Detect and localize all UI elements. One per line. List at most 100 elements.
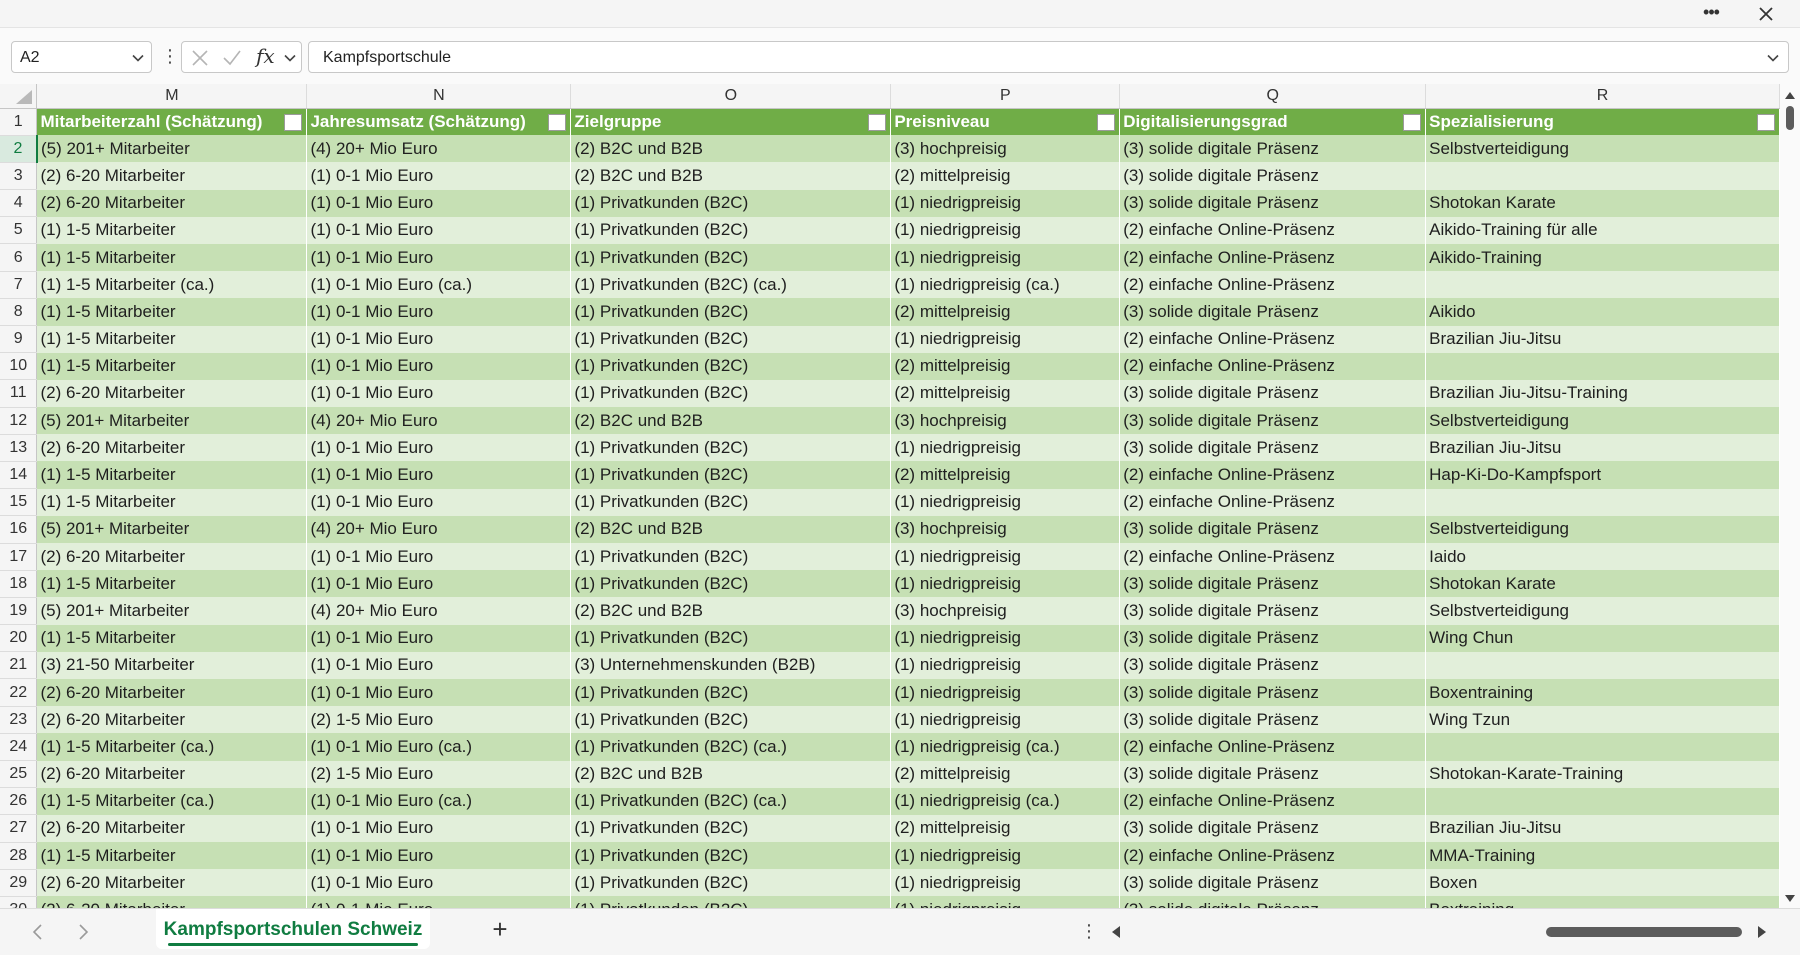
grid-cell[interactable]: (3) hochpreisig bbox=[890, 407, 1121, 435]
grid-cell[interactable]: (5) 201+ Mitarbeiter bbox=[36, 135, 308, 163]
grid-cell[interactable]: (3) 21-50 Mitarbeiter bbox=[36, 651, 308, 679]
grid-cell[interactable]: (1) 0-1 Mio Euro bbox=[306, 678, 572, 707]
scroll-up-icon[interactable] bbox=[1784, 90, 1796, 100]
grid-cell[interactable]: (1) 0-1 Mio Euro bbox=[306, 352, 572, 380]
header-cell-preisniveau[interactable]: Preisniveau bbox=[890, 108, 1121, 136]
header-cell-spezialisierung[interactable]: Spezialisierung bbox=[1425, 108, 1780, 136]
filter-dropdown-icon[interactable] bbox=[548, 113, 567, 131]
filter-dropdown-icon[interactable] bbox=[1097, 113, 1116, 131]
grid-cell[interactable]: Aikido-Training für alle bbox=[1425, 216, 1780, 244]
row-header[interactable]: 19 bbox=[0, 597, 38, 626]
row-header[interactable]: 3 bbox=[0, 162, 38, 191]
row-header[interactable]: 20 bbox=[0, 624, 38, 653]
grid-cell[interactable]: (3) solide digitale Präsenz bbox=[1119, 678, 1427, 707]
grid-cell[interactable]: Hap-Ki-Do-Kampfsport bbox=[1425, 461, 1780, 489]
grid-cell[interactable]: (1) Privatkunden (B2C) bbox=[570, 814, 892, 843]
header-cell-mitarbeiterzahl[interactable]: Mitarbeiterzahl (Schätzung) bbox=[36, 108, 308, 136]
grid-cell[interactable]: (1) 1-5 Mitarbeiter bbox=[36, 624, 308, 652]
row-header[interactable]: 16 bbox=[0, 515, 38, 544]
grid-cell[interactable]: (2) 6-20 Mitarbeiter bbox=[36, 162, 308, 190]
grid-cell[interactable]: Selbstverteidigung bbox=[1425, 407, 1780, 435]
grid-cell[interactable]: (1) niedrigpreisig bbox=[890, 488, 1121, 516]
grid-cell[interactable]: (2) einfache Online-Präsenz bbox=[1119, 271, 1427, 299]
grid-cell[interactable]: (1) Privatkunden (B2C) bbox=[570, 243, 892, 272]
grid-cell[interactable]: (1) niedrigpreisig bbox=[890, 243, 1121, 272]
grid-cell[interactable]: (2) einfache Online-Präsenz bbox=[1119, 543, 1427, 571]
grid-cell[interactable]: (2) B2C und B2B bbox=[570, 597, 892, 625]
row-header[interactable]: 13 bbox=[0, 434, 38, 462]
grid-cell[interactable]: (1) 1-5 Mitarbeiter bbox=[36, 842, 308, 870]
grid-cell[interactable]: (1) Privatkunden (B2C) bbox=[570, 896, 892, 908]
add-sheet-button[interactable]: + bbox=[488, 916, 512, 942]
grid-cell[interactable]: (1) 0-1 Mio Euro bbox=[306, 379, 572, 408]
column-header-n[interactable]: N bbox=[306, 84, 572, 109]
row-header[interactable]: 28 bbox=[0, 842, 38, 870]
grid-cell[interactable]: (1) Privatkunden (B2C) bbox=[570, 706, 892, 734]
row-header[interactable]: 6 bbox=[0, 243, 38, 272]
grid-cell[interactable]: (3) solide digitale Präsenz bbox=[1119, 379, 1427, 408]
grid-cell[interactable]: (5) 201+ Mitarbeiter bbox=[36, 597, 308, 625]
grid-cell[interactable]: (2) B2C und B2B bbox=[570, 407, 892, 435]
grid-cell[interactable]: (1) 0-1 Mio Euro bbox=[306, 434, 572, 462]
grid-cell[interactable] bbox=[1425, 352, 1780, 380]
grid-cell[interactable]: (2) einfache Online-Präsenz bbox=[1119, 787, 1427, 815]
grid-cell[interactable]: (1) 0-1 Mio Euro bbox=[306, 842, 572, 870]
grid-cell[interactable]: (2) B2C und B2B bbox=[570, 760, 892, 788]
row-header[interactable]: 26 bbox=[0, 787, 38, 816]
grid-cell[interactable]: (2) 6-20 Mitarbeiter bbox=[36, 434, 308, 462]
row-header[interactable]: 22 bbox=[0, 678, 38, 707]
grid-cell[interactable]: (1) 1-5 Mitarbeiter bbox=[36, 243, 308, 272]
grid-cell[interactable]: (2) einfache Online-Präsenz bbox=[1119, 243, 1427, 272]
grid-cell[interactable]: (3) solide digitale Präsenz bbox=[1119, 896, 1427, 908]
row-header[interactable]: 14 bbox=[0, 461, 38, 490]
column-header-q[interactable]: Q bbox=[1119, 84, 1427, 109]
scroll-left-icon[interactable] bbox=[1110, 925, 1122, 939]
filter-dropdown-icon[interactable] bbox=[1757, 113, 1775, 131]
grid-cell[interactable]: Shotokan Karate bbox=[1425, 189, 1780, 217]
horizontal-scroll-thumb[interactable] bbox=[1546, 927, 1742, 937]
grid-cell[interactable]: Shotokan Karate bbox=[1425, 570, 1780, 598]
tab-bar-options-icon[interactable]: ⋮ bbox=[1080, 921, 1098, 945]
expand-formula-bar-icon[interactable] bbox=[1766, 51, 1780, 65]
header-cell-zielgruppe[interactable]: Zielgruppe bbox=[570, 108, 892, 136]
row-header[interactable]: 23 bbox=[0, 706, 38, 734]
grid-cell[interactable]: (3) solide digitale Präsenz bbox=[1119, 760, 1427, 788]
grid-cell[interactable]: (1) Privatkunden (B2C) bbox=[570, 461, 892, 489]
formula-input[interactable]: Kampfsportschule bbox=[308, 41, 1789, 73]
grid-cell[interactable]: (1) Privatkunden (B2C) (ca.) bbox=[570, 787, 892, 815]
grid-cell[interactable]: (1) 1-5 Mitarbeiter bbox=[36, 325, 308, 353]
grid-cell[interactable]: (2) 6-20 Mitarbeiter bbox=[36, 379, 308, 408]
row-header[interactable]: 4 bbox=[0, 189, 38, 218]
row-header[interactable]: 30 bbox=[0, 896, 38, 908]
grid-cell[interactable]: Boxentraining bbox=[1425, 678, 1780, 707]
grid-cell[interactable]: (1) Privatkunden (B2C) bbox=[570, 842, 892, 870]
grid-cell[interactable]: (1) 0-1 Mio Euro bbox=[306, 624, 572, 652]
cancel-icon[interactable] bbox=[190, 48, 210, 68]
grid-cell[interactable]: (1) niedrigpreisig bbox=[890, 434, 1121, 462]
scroll-right-icon[interactable] bbox=[1756, 925, 1768, 939]
grid-cell[interactable]: (1) niedrigpreisig bbox=[890, 624, 1121, 652]
grid-cell[interactable]: (3) hochpreisig bbox=[890, 515, 1121, 543]
grid-cell[interactable]: (1) 0-1 Mio Euro (ca.) bbox=[306, 733, 572, 761]
column-header-m[interactable]: M bbox=[36, 84, 308, 109]
grid-cell[interactable]: (1) 0-1 Mio Euro bbox=[306, 570, 572, 598]
grid-cell[interactable]: (1) niedrigpreisig (ca.) bbox=[890, 271, 1121, 299]
grid-cell[interactable]: (3) Unternehmenskunden (B2B) bbox=[570, 651, 892, 679]
grid-cell[interactable]: (1) Privatkunden (B2C) bbox=[570, 543, 892, 571]
grid-cell[interactable]: Shotokan-Karate-Training bbox=[1425, 760, 1780, 788]
grid-cell[interactable]: (1) Privatkunden (B2C) bbox=[570, 869, 892, 897]
chevron-down-icon[interactable] bbox=[283, 51, 297, 65]
grid-cell[interactable]: (2) mittelpreisig bbox=[890, 760, 1121, 788]
grid-cell[interactable]: (2) 6-20 Mitarbeiter bbox=[36, 189, 308, 217]
header-cell-digitalisierungsgrad[interactable]: Digitalisierungsgrad bbox=[1119, 108, 1427, 136]
grid-cell[interactable] bbox=[1425, 733, 1780, 761]
grid-cell[interactable]: Iaido bbox=[1425, 543, 1780, 571]
grid-cell[interactable]: (1) 0-1 Mio Euro bbox=[306, 189, 572, 217]
grid-cell[interactable]: Brazilian Jiu-Jitsu bbox=[1425, 325, 1780, 353]
grid-cell[interactable]: (1) 0-1 Mio Euro bbox=[306, 461, 572, 489]
grid-cell[interactable]: (2) 6-20 Mitarbeiter bbox=[36, 814, 308, 843]
scroll-down-icon[interactable] bbox=[1784, 894, 1796, 904]
grid-cell[interactable]: (3) solide digitale Präsenz bbox=[1119, 814, 1427, 843]
grid-cell[interactable]: (2) 6-20 Mitarbeiter bbox=[36, 543, 308, 571]
formula-bar-options-icon[interactable]: ⋮ bbox=[161, 44, 179, 68]
